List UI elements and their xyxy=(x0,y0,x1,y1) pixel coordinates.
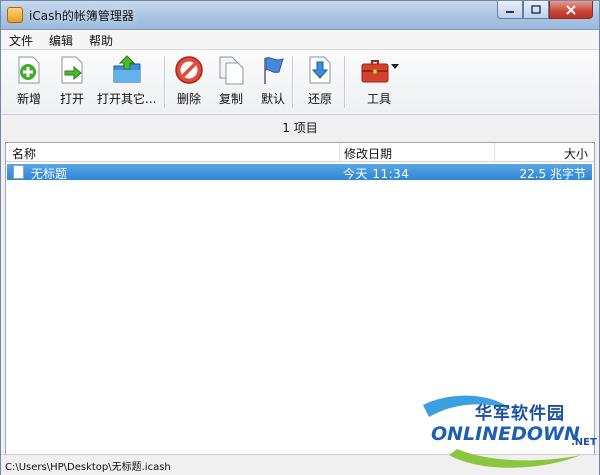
column-divider[interactable] xyxy=(494,143,495,161)
minimize-icon xyxy=(506,10,514,13)
delete-button-label: 删除 xyxy=(176,92,201,106)
restore-button[interactable]: 还原 xyxy=(304,54,336,107)
list-header: 名称 修改日期 大小 xyxy=(6,143,594,162)
window-controls xyxy=(497,1,593,21)
column-header-name[interactable]: 名称 xyxy=(12,145,36,162)
copy-button[interactable]: 复制 xyxy=(215,54,247,107)
app-window: iCash的帐簿管理器 文件 编辑 帮助 新增 打开 打开其它... 删除 复制… xyxy=(0,0,600,475)
restore-button-label: 还原 xyxy=(307,92,332,106)
new-file-icon xyxy=(18,56,40,84)
open-other-button-label: 打开其它... xyxy=(97,92,157,106)
file-size: 22.5 兆字节 xyxy=(519,167,586,181)
maximize-icon xyxy=(531,5,541,14)
copy-button-label: 复制 xyxy=(218,92,243,106)
delete-icon xyxy=(175,56,203,84)
toolbox-icon xyxy=(361,60,389,83)
flag-icon xyxy=(264,57,284,84)
open-button-label: 打开 xyxy=(59,92,84,106)
new-button-label: 新增 xyxy=(16,92,41,106)
file-name: 无标题 xyxy=(31,167,68,181)
menu-help[interactable]: 帮助 xyxy=(81,30,121,49)
copy-icon xyxy=(219,56,244,85)
column-header-size[interactable]: 大小 xyxy=(564,145,588,162)
column-divider[interactable] xyxy=(339,143,340,161)
close-icon xyxy=(566,4,576,15)
document-icon xyxy=(13,165,24,179)
app-icon xyxy=(7,7,23,23)
new-button[interactable]: 新增 xyxy=(13,54,45,107)
file-modified: 今天 11:34 xyxy=(343,167,410,181)
minimize-button[interactable] xyxy=(497,1,523,19)
tools-button[interactable]: 工具 xyxy=(355,54,403,107)
toolbar-separator xyxy=(292,56,293,108)
file-path: C:\Users\HP\Desktop\无标题.icash xyxy=(5,462,171,473)
watermark-english: ONLINEDOWN xyxy=(431,423,580,445)
chevron-down-icon xyxy=(391,64,399,69)
open-button[interactable]: 打开 xyxy=(56,54,88,107)
item-count: 1 项目 xyxy=(1,115,599,141)
folder-upload-icon xyxy=(113,55,141,83)
menu-bar: 文件 编辑 帮助 xyxy=(1,30,599,50)
open-file-icon xyxy=(61,56,83,84)
watermark-chinese: 华军软件园 xyxy=(475,404,565,424)
tools-button-label: 工具 xyxy=(366,92,391,106)
close-button[interactable] xyxy=(549,1,593,19)
title-bar[interactable]: iCash的帐簿管理器 xyxy=(1,1,599,30)
delete-button[interactable]: 删除 xyxy=(173,54,205,107)
watermark: 华军软件园 ONLINEDOWN .NET xyxy=(421,393,599,473)
menu-edit[interactable]: 编辑 xyxy=(41,30,81,49)
default-button-label: 默认 xyxy=(260,92,285,106)
maximize-button[interactable] xyxy=(523,1,549,19)
window-title: iCash的帐簿管理器 xyxy=(29,9,134,23)
list-item[interactable]: 无标题 今天 11:34 22.5 兆字节 xyxy=(7,164,592,181)
restore-icon xyxy=(309,56,331,84)
column-header-modified[interactable]: 修改日期 xyxy=(344,145,392,162)
toolbar-separator xyxy=(164,56,165,108)
default-button[interactable]: 默认 xyxy=(257,54,289,107)
menu-file[interactable]: 文件 xyxy=(1,30,41,49)
toolbar-separator xyxy=(344,56,345,108)
toolbar: 新增 打开 打开其它... 删除 复制 默认 还原 工具 xyxy=(1,50,599,115)
open-other-button[interactable]: 打开其它... xyxy=(97,54,156,107)
watermark-suffix: .NET xyxy=(571,437,597,448)
